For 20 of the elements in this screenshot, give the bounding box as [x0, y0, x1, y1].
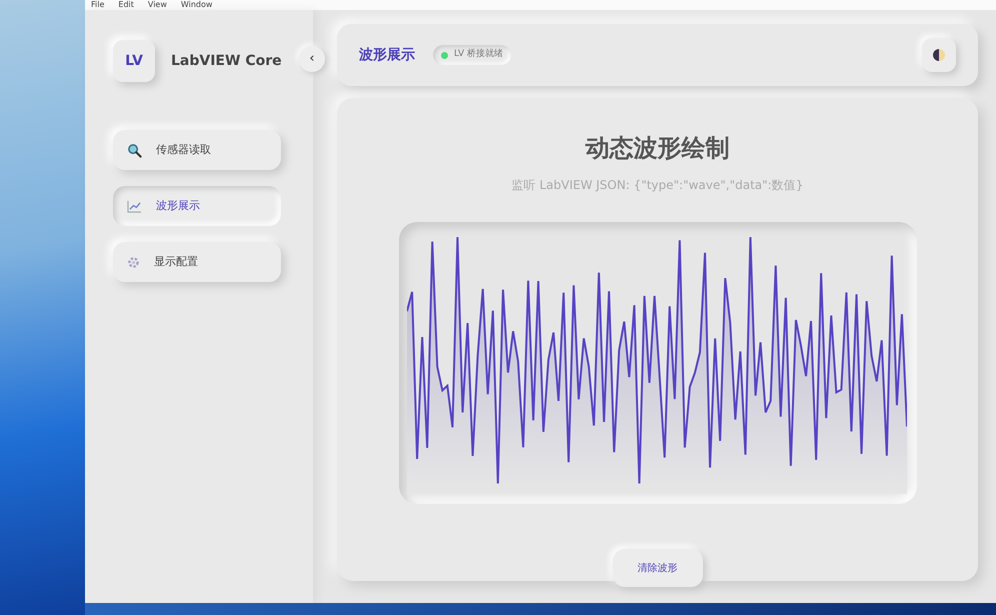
- sidebar-item[interactable]: 传感器读取: [113, 130, 281, 170]
- sidebar-item[interactable]: 波形展示: [113, 186, 281, 226]
- page-title: 波形展示: [359, 46, 415, 64]
- search-icon: [127, 142, 142, 158]
- gear-icon: [127, 256, 140, 268]
- panel-subtitle: 监听 LabVIEW JSON: {"type":"wave","data":数值}: [512, 177, 804, 194]
- sidebar-item[interactable]: 显示配置: [113, 242, 281, 282]
- half-moon-icon: [932, 48, 946, 62]
- collapse-button[interactable]: ‹: [299, 46, 325, 72]
- panel-title: 动态波形绘制: [586, 133, 730, 164]
- status-label: LV 桥接就绪: [454, 48, 504, 62]
- logo-badge: LV: [113, 40, 155, 82]
- app-title: LabVIEW Core: [171, 52, 282, 70]
- theme-toggle-button[interactable]: [922, 38, 956, 72]
- clear-waveform-button[interactable]: 清除波形: [612, 549, 702, 587]
- chart-icon: [127, 200, 142, 212]
- menu-item[interactable]: Window: [180, 0, 212, 10]
- menu-item[interactable]: View: [148, 0, 167, 10]
- menu-item[interactable]: Edit: [118, 0, 134, 10]
- menu-item[interactable]: File: [91, 0, 104, 10]
